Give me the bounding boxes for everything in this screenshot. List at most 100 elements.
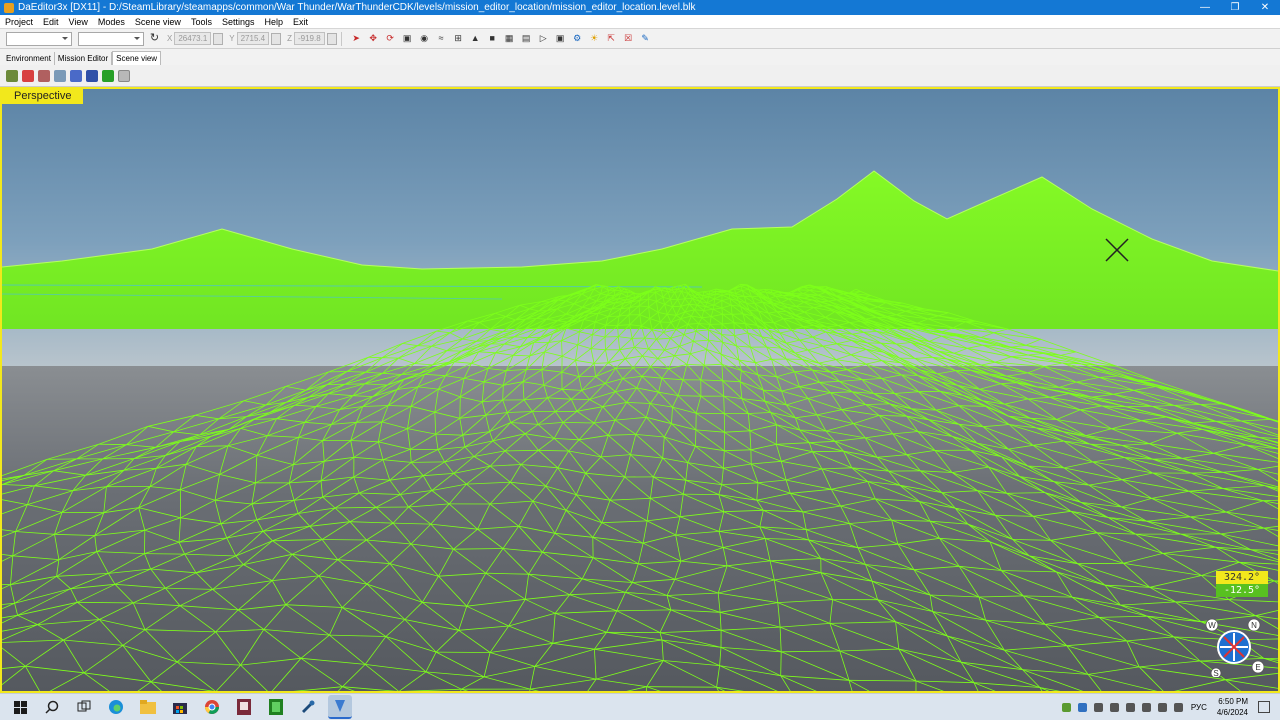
mesh-edge — [2, 665, 26, 669]
mesh-edge — [723, 547, 771, 562]
mesh-edge — [590, 348, 606, 351]
eye-icon[interactable] — [54, 69, 66, 82]
shield-icon[interactable] — [102, 69, 114, 82]
microphone-icon[interactable] — [1157, 702, 1167, 712]
mesh-edge — [2, 504, 28, 515]
daeditor-icon[interactable] — [328, 695, 352, 719]
mesh-edge — [720, 342, 723, 355]
mesh-edge — [716, 686, 744, 691]
z-spinner[interactable] — [326, 32, 337, 45]
clock[interactable]: 6:50 PM 4/6/2024 — [1217, 696, 1248, 718]
mesh-edge — [821, 468, 832, 490]
transform-icon[interactable]: ⇱ — [605, 32, 618, 45]
mesh-edge — [795, 417, 827, 432]
compass-gizmo[interactable]: N W E S — [1204, 617, 1264, 677]
menu-scene-view[interactable]: Scene view — [130, 17, 186, 27]
mesh-edge — [337, 559, 390, 564]
viewport-mode-label[interactable]: Perspective — [2, 89, 84, 104]
mesh-edge — [700, 379, 724, 397]
edge-icon[interactable] — [104, 695, 128, 719]
task-view-icon[interactable] — [72, 695, 96, 719]
notification-icon[interactable] — [1258, 701, 1270, 713]
menu-project[interactable]: Project — [0, 17, 38, 27]
x-spinner[interactable] — [213, 32, 224, 45]
tab-scene-view[interactable]: Scene view — [112, 51, 162, 65]
vehicle-icon[interactable]: ■ — [486, 32, 499, 45]
rotate-icon[interactable]: ⟳ — [384, 32, 397, 45]
mesh-edge — [1081, 363, 1138, 381]
refresh-icon[interactable]: ↻ — [148, 32, 161, 45]
language-indicator[interactable]: РУС — [1191, 703, 1207, 712]
mesh-edge — [422, 461, 445, 477]
move-icon[interactable]: ✥ — [367, 32, 380, 45]
select-icon[interactable]: ➤ — [350, 32, 363, 45]
battery-icon[interactable] — [1125, 702, 1135, 712]
y-spinner[interactable] — [271, 32, 282, 45]
objects-icon[interactable] — [70, 69, 82, 82]
tools-icon[interactable]: ⚙ — [571, 32, 584, 45]
scene-viewport[interactable]: Perspective 324.2° -12.5° N W E S — [0, 87, 1280, 693]
menu-view[interactable]: View — [64, 17, 93, 27]
app-icon[interactable] — [264, 695, 288, 719]
camera-icon[interactable]: ▣ — [554, 32, 567, 45]
mesh-edge — [485, 572, 526, 600]
network-icon[interactable] — [1093, 702, 1103, 712]
object-combo[interactable] — [78, 31, 144, 46]
shield-icon[interactable] — [1109, 702, 1119, 712]
entity-icon[interactable] — [86, 69, 98, 82]
mesh-edge — [1213, 452, 1259, 470]
disable-icon[interactable]: ☒ — [622, 32, 635, 45]
app-icon[interactable] — [232, 695, 256, 719]
spline-icon[interactable] — [22, 69, 34, 82]
page-icon[interactable] — [118, 69, 130, 82]
play-icon[interactable]: ▷ — [537, 32, 550, 45]
mode-combo[interactable] — [6, 31, 72, 46]
mesh-edge — [1091, 393, 1114, 398]
menu-help[interactable]: Help — [259, 17, 288, 27]
tray-arrow-icon[interactable] — [1077, 702, 1087, 712]
view-icon[interactable]: ◉ — [418, 32, 431, 45]
menu-modes[interactable]: Modes — [93, 17, 130, 27]
tray-app-icon[interactable] — [1061, 702, 1071, 712]
mesh-edge — [995, 514, 1034, 517]
mesh-edge — [756, 482, 759, 501]
scale-icon[interactable]: ▣ — [401, 32, 414, 45]
close-button[interactable]: ✕ — [1250, 0, 1280, 15]
mesh-edge — [642, 355, 651, 368]
polygon-icon[interactable] — [38, 69, 50, 82]
minimize-button[interactable]: — — [1190, 0, 1220, 15]
start-icon[interactable] — [8, 695, 32, 719]
mesh-edge — [1092, 457, 1125, 463]
wifi-icon[interactable] — [1141, 702, 1151, 712]
mesh-edge — [642, 520, 648, 544]
x-coordinate-field[interactable]: 26473.1 — [174, 32, 212, 45]
menu-settings[interactable]: Settings — [217, 17, 260, 27]
z-coordinate-field[interactable]: -919.8 — [293, 32, 325, 45]
chrome-icon[interactable] — [200, 695, 224, 719]
layers-icon[interactable]: ▤ — [520, 32, 533, 45]
landscape-icon[interactable] — [6, 69, 18, 82]
mesh-edge — [825, 423, 854, 432]
mesh-edge — [12, 555, 59, 560]
store-icon[interactable] — [168, 695, 192, 719]
menu-tools[interactable]: Tools — [186, 17, 217, 27]
steam-icon[interactable] — [296, 695, 320, 719]
restore-button[interactable]: ❐ — [1220, 0, 1250, 15]
volume-icon[interactable] — [1173, 702, 1183, 712]
pen-icon[interactable]: ✎ — [639, 32, 652, 45]
y-coordinate-field[interactable]: 2715.4 — [236, 32, 270, 45]
search-icon[interactable] — [40, 695, 64, 719]
file-explorer-icon[interactable] — [136, 695, 160, 719]
snap-icon[interactable]: ≈ — [435, 32, 448, 45]
menu-edit[interactable]: Edit — [38, 17, 64, 27]
mesh-edge — [534, 666, 597, 680]
drop-icon[interactable]: ▲ — [469, 32, 482, 45]
mesh-edge — [215, 609, 239, 633]
menu-exit[interactable]: Exit — [288, 17, 313, 27]
ruler-icon[interactable]: ▦ — [503, 32, 516, 45]
tab-environment[interactable]: Environment — [3, 52, 55, 65]
light-icon[interactable]: ☀ — [588, 32, 601, 45]
grid-icon[interactable]: ⊞ — [452, 32, 465, 45]
tab-mission-editor[interactable]: Mission Editor — [55, 52, 113, 65]
mesh-edge — [309, 526, 323, 540]
